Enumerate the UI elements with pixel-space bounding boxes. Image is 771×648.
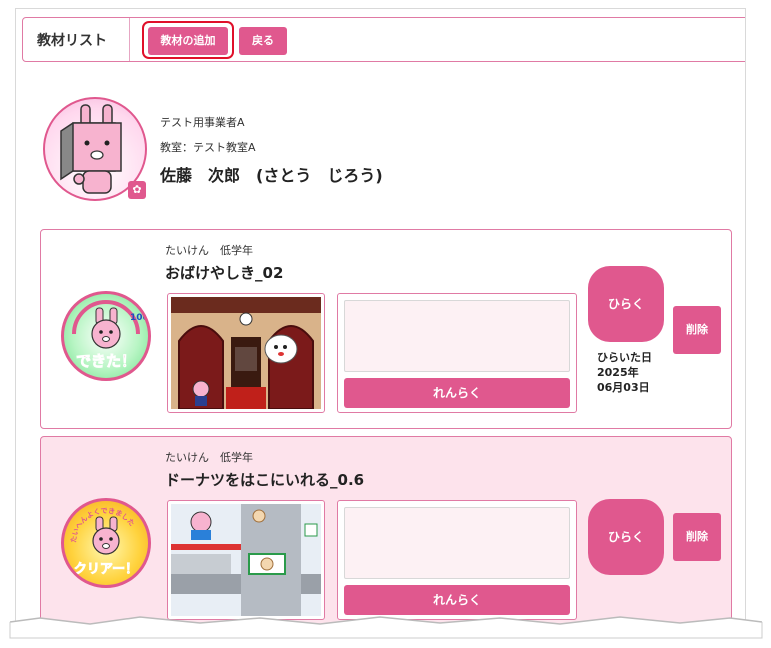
owner-name: 佐藤 次郎 (さとう じろう) [160, 166, 383, 185]
header-bar: 教材リスト 教材の追加 戻る [22, 17, 745, 62]
opened-date-info: ひらいた日 2025年 06月03日 [597, 350, 652, 395]
donut-game-image [171, 504, 321, 616]
material-category: たいけん 低学年 [165, 451, 253, 464]
torn-edge-decoration [0, 616, 771, 648]
material-card: たいへんよくできました クリアー！ たいけん 低学年 ドーナツをはこにいれる_0… [40, 436, 732, 628]
page-title: 教材リスト [37, 33, 107, 49]
message-area[interactable] [344, 507, 570, 579]
back-button[interactable]: 戻る [239, 27, 287, 55]
message-area[interactable] [344, 300, 570, 372]
material-thumbnail[interactable] [167, 500, 325, 620]
material-title: ドーナツをはこにいれる_0.6 [165, 471, 365, 489]
rabbit-badge-icon: たいへんよくできました クリアー！ [69, 506, 139, 577]
page-frame: 教材リスト 教材の追加 戻る ✿ テスト用事業者A 教室：テスト教室A 佐藤 次… [15, 8, 746, 628]
owner-company: テスト用事業者A [160, 116, 245, 129]
owner-classroom: 教室：テスト教室A [160, 141, 256, 154]
material-card: 100 できた！ たいけん 低学年 おばけやしき_02 れんらく ひらく 削除 … [40, 229, 732, 429]
gear-icon[interactable]: ✿ [128, 181, 146, 199]
material-category: たいけん 低学年 [165, 244, 253, 257]
achievement-badge: たいへんよくできました クリアー！ [61, 498, 151, 588]
badge-text: できた！ [76, 352, 136, 370]
opened-date: 06月03日 [597, 381, 650, 394]
open-button[interactable]: ひらく [588, 266, 664, 342]
header-divider [129, 18, 130, 61]
open-button[interactable]: ひらく [588, 499, 664, 575]
haunted-house-image [171, 297, 321, 409]
material-thumbnail[interactable] [167, 293, 325, 413]
contact-panel: れんらく [337, 293, 577, 413]
material-title: おばけやしき_02 [165, 264, 284, 282]
contact-button[interactable]: れんらく [344, 378, 570, 408]
opened-year: 2025年 [597, 366, 639, 379]
achievement-badge: 100 できた！ [61, 291, 151, 381]
rabbit-badge-icon: 100 できた！ [72, 300, 148, 370]
contact-panel: れんらく [337, 500, 577, 620]
opened-label: ひらいた日 [597, 351, 652, 364]
delete-button[interactable]: 削除 [673, 513, 721, 561]
add-material-button[interactable]: 教材の追加 [148, 27, 228, 55]
badge-text: クリアー！ [74, 562, 138, 577]
delete-button[interactable]: 削除 [673, 306, 721, 354]
badge-score: 100 [130, 313, 148, 323]
